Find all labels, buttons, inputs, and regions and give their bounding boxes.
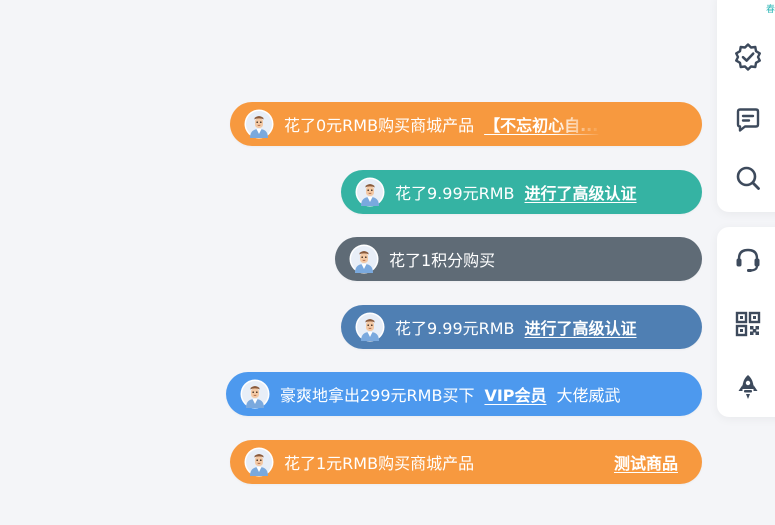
qr-code-icon <box>733 309 763 339</box>
certification-link[interactable]: 进行了高级认证 <box>525 315 637 339</box>
notification-text: 花了1积分购买 <box>389 251 496 270</box>
verified-badge-icon <box>733 42 763 72</box>
notification-text: 花了0元RMB购买商城产品 <box>284 116 475 135</box>
qr-code-button[interactable] <box>731 307 765 341</box>
certification-notification: 花了9.99元RMB 进行了高级认证 <box>341 305 702 349</box>
user-avatar <box>355 177 385 207</box>
user-avatar <box>240 379 270 409</box>
user-avatar <box>349 244 379 274</box>
user-avatar <box>355 312 385 342</box>
customer-service-button[interactable] <box>731 243 765 277</box>
notification-text: 花了1元RMB购买商城产品 <box>284 454 475 473</box>
chat-button[interactable] <box>731 103 765 137</box>
vip-purchase-notification: 豪爽地拿出299元RMB买下 VIP会员 大佬威武 <box>226 372 702 416</box>
purchase-notification: 花了0元RMB购买商城产品 【不忘初心自... <box>230 102 702 146</box>
back-to-top-button[interactable] <box>731 370 765 404</box>
search-button[interactable] <box>731 161 765 195</box>
customer-service-icon <box>733 245 763 275</box>
user-avatar <box>244 109 274 139</box>
rocket-icon <box>733 372 763 402</box>
notification-text: 豪爽地拿出299元RMB买下 <box>280 386 475 405</box>
toolbar-bottom-group <box>717 227 775 417</box>
notification-text: 花了9.99元RMB <box>395 184 515 203</box>
vip-link[interactable]: VIP会员 <box>484 382 546 406</box>
toolbar-top-group <box>717 0 775 212</box>
corner-glyph: 春 <box>766 5 775 15</box>
verified-badge-button[interactable] <box>731 40 765 74</box>
certification-link[interactable]: 进行了高级认证 <box>525 180 637 204</box>
certification-notification: 花了9.99元RMB 进行了高级认证 <box>341 170 702 214</box>
purchase-notification: 花了1元RMB购买商城产品 测试商品 <box>230 440 702 484</box>
chat-message-icon <box>733 105 763 135</box>
user-avatar <box>244 447 274 477</box>
product-link[interactable]: 【不忘初心自... <box>484 116 598 135</box>
points-purchase-notification: 花了1积分购买 <box>335 237 702 281</box>
notification-text: 花了9.99元RMB <box>395 319 515 338</box>
product-link[interactable]: 测试商品 <box>614 450 678 474</box>
notification-tail-text: 大佬威武 <box>556 386 621 405</box>
search-icon <box>733 163 763 193</box>
